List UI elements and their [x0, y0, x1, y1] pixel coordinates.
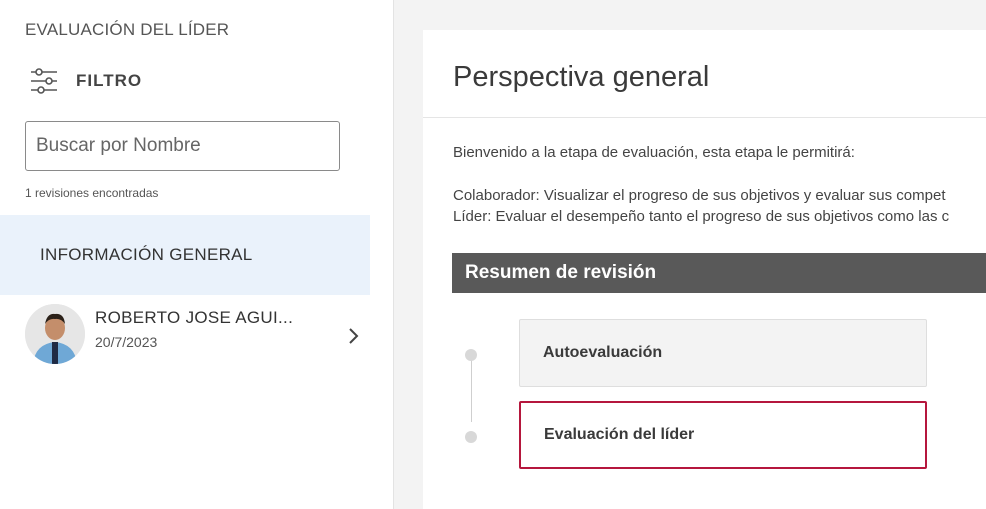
sidebar: EVALUACIÓN DEL LÍDER FILTRO 1 revisiones…	[0, 0, 394, 509]
results-count: 1 revisiones encontradas	[25, 186, 159, 200]
review-list-item[interactable]: ROBERTO JOSE AGUI... 20/7/2023	[0, 296, 370, 376]
general-info-label: INFORMACIÓN GENERAL	[40, 245, 253, 264]
avatar-image	[25, 304, 85, 364]
general-info-item[interactable]: INFORMACIÓN GENERAL	[0, 215, 370, 295]
sidebar-title: EVALUACIÓN DEL LÍDER	[25, 20, 230, 39]
step-leader-evaluation[interactable]: Evaluación del líder	[519, 401, 927, 469]
timeline-dot	[465, 431, 477, 443]
panel-header: Perspectiva general	[423, 30, 986, 118]
page-title: Perspectiva general	[453, 61, 710, 93]
step-label: Evaluación del líder	[544, 426, 695, 443]
intro-text: Bienvenido a la etapa de evaluación, est…	[453, 144, 855, 161]
step-self-evaluation[interactable]: Autoevaluación	[519, 319, 927, 387]
summary-title: Resumen de revisión	[465, 262, 657, 283]
summary-header: Resumen de revisión	[452, 253, 986, 293]
search-input[interactable]	[25, 121, 340, 171]
person-date: 20/7/2023	[95, 334, 158, 350]
filter-label: FILTRO	[76, 71, 143, 90]
timeline-dot	[465, 349, 477, 361]
sliders-icon	[31, 68, 57, 94]
collaborator-text: Colaborador: Visualizar el progreso de s…	[453, 187, 946, 204]
overview-panel: Perspectiva general Bienvenido a la etap…	[423, 30, 986, 509]
leader-text: Líder: Evaluar el desempeño tanto el pro…	[453, 208, 950, 225]
timeline-connector	[471, 360, 472, 422]
chevron-right-icon	[349, 328, 359, 344]
filter-button[interactable]: FILTRO	[30, 68, 142, 94]
person-name: ROBERTO JOSE AGUI...	[95, 308, 294, 327]
avatar	[25, 304, 85, 364]
step-label: Autoevaluación	[543, 344, 663, 361]
